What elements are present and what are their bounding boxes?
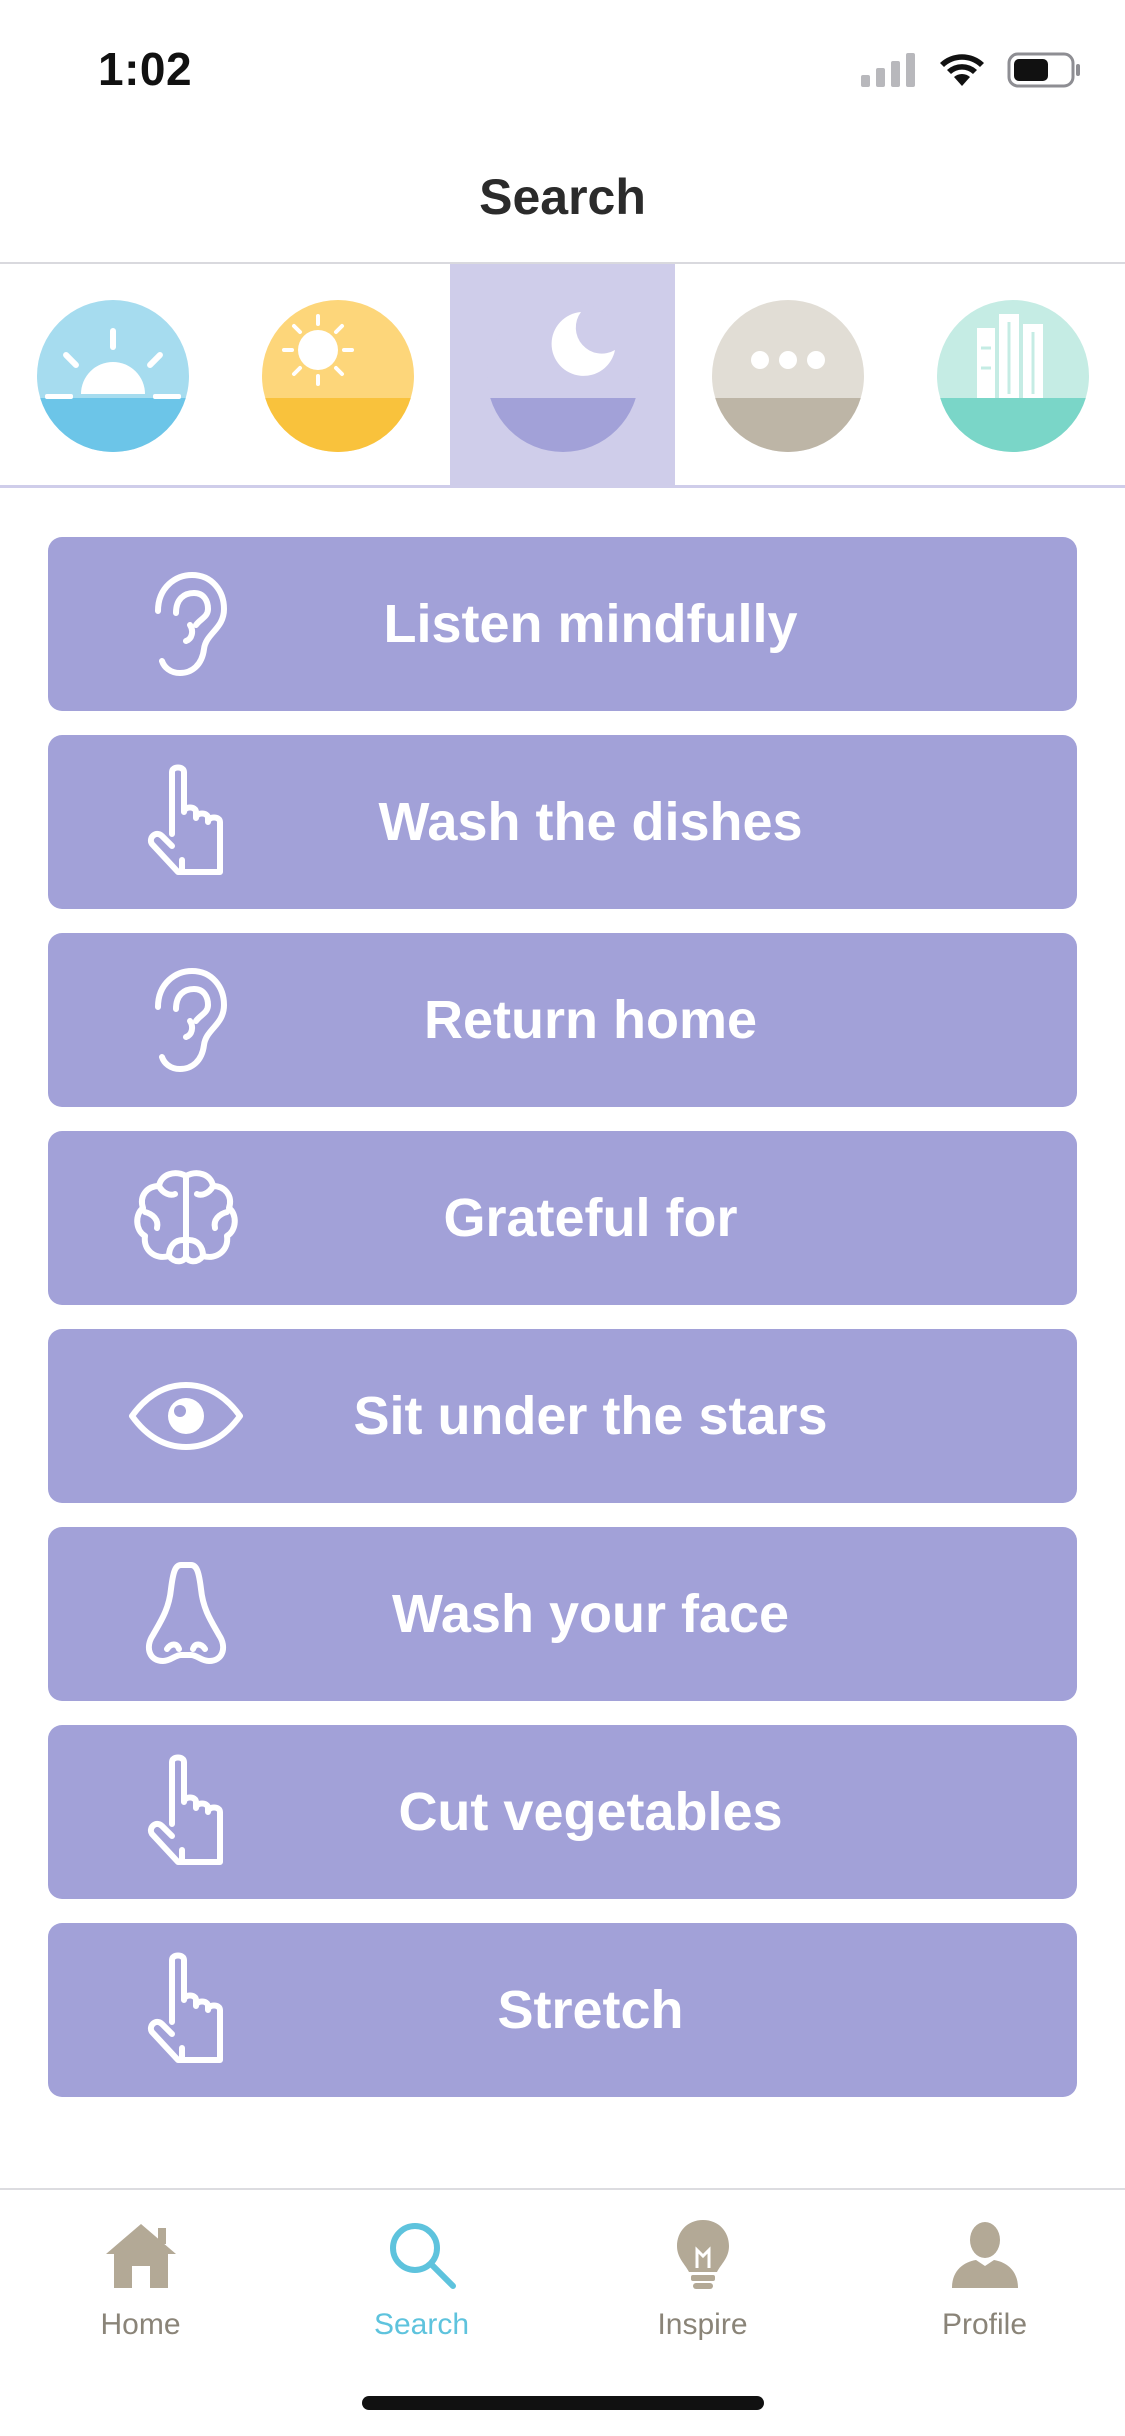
ellipsis-icon <box>711 300 864 452</box>
tab-label: Search <box>373 2308 470 2341</box>
page-title: Search <box>479 169 646 225</box>
category-work[interactable] <box>900 264 1125 488</box>
activity-label: Cut vegetables <box>398 1782 783 1842</box>
status-time: 1:02 <box>98 43 193 95</box>
sunrise-icon <box>36 300 189 452</box>
lightbulb-icon <box>658 2210 748 2300</box>
wifi-icon <box>940 54 984 86</box>
category-night[interactable] <box>450 264 675 488</box>
category-sunrise[interactable] <box>0 264 225 488</box>
activity-grateful-for[interactable]: Grateful for <box>48 1131 1077 1305</box>
activity-return-home[interactable]: Return home <box>48 933 1077 1107</box>
tab-inspire[interactable]: Inspire <box>562 2210 843 2350</box>
tab-label: Inspire <box>657 2308 748 2341</box>
activity-label: Wash the dishes <box>378 792 803 852</box>
sun-icon <box>261 300 414 452</box>
status-icons <box>861 50 1081 90</box>
category-anytime[interactable] <box>675 264 900 488</box>
activity-label: Return home <box>423 990 758 1050</box>
moon-icon <box>486 300 639 452</box>
activity-listen-mindfully[interactable]: Listen mindfully <box>48 537 1077 711</box>
activity-sit-under-the-stars[interactable]: Sit under the stars <box>48 1329 1077 1503</box>
activity-label: Stretch <box>497 1980 684 2040</box>
activity-list: Listen mindfully Wash the dishes Return … <box>48 537 1077 2121</box>
activity-wash-the-dishes[interactable]: Wash the dishes <box>48 735 1077 909</box>
building-icon <box>936 300 1089 452</box>
tab-label: Profile <box>941 2308 1028 2341</box>
activity-label: Wash your face <box>391 1584 790 1644</box>
cellular-signal-icon <box>861 53 915 87</box>
home-icon <box>96 2210 186 2300</box>
activity-label: Grateful for <box>443 1188 738 1248</box>
activity-wash-your-face[interactable]: Wash your face <box>48 1527 1077 1701</box>
category-day[interactable] <box>225 264 450 488</box>
search-icon <box>377 2210 467 2300</box>
activity-cut-vegetables[interactable]: Cut vegetables <box>48 1725 1077 1899</box>
battery-icon <box>1007 52 1080 88</box>
tab-label: Home <box>100 2308 181 2341</box>
activity-label: Listen mindfully <box>383 594 798 654</box>
activity-label: Sit under the stars <box>353 1386 828 1446</box>
search-screen: 1:02 Search Listen mindfully Wash the di… <box>0 0 1125 2436</box>
tab-home[interactable]: Home <box>0 2210 281 2350</box>
tab-search[interactable]: Search <box>281 2210 562 2350</box>
home-indicator <box>362 2396 764 2410</box>
person-icon <box>940 2210 1030 2300</box>
tab-profile[interactable]: Profile <box>844 2210 1125 2350</box>
status-bar: 1:02 <box>0 0 1125 132</box>
nav-bar: Search <box>0 132 1125 264</box>
category-strip <box>0 264 1125 488</box>
activity-stretch[interactable]: Stretch <box>48 1923 1077 2097</box>
